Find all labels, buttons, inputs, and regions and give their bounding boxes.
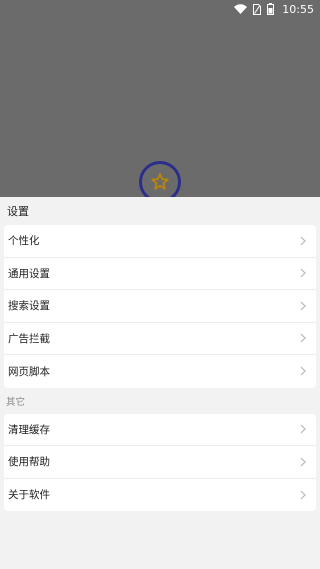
settings-item-label: 网页脚本: [8, 365, 50, 378]
chevron-right-icon: [300, 236, 306, 246]
chevron-right-icon: [300, 424, 306, 434]
chevron-right-icon: [300, 301, 306, 311]
settings-item-label: 关于软件: [8, 489, 50, 502]
settings-item-label: 清理缓存: [8, 423, 50, 436]
chevron-right-icon: [300, 366, 306, 376]
chevron-right-icon: [300, 457, 306, 467]
settings-item-label: 个性化: [8, 235, 40, 248]
settings-item-userscripts[interactable]: 网页脚本: [4, 355, 316, 388]
wifi-icon: [234, 4, 248, 14]
settings-item-adblock[interactable]: 广告拦截: [4, 323, 316, 355]
settings-item-label: 广告拦截: [8, 332, 50, 345]
section-label-other: 其它: [6, 396, 26, 408]
settings-item-clear-cache[interactable]: 清理缓存: [4, 414, 316, 446]
settings-item-label: 搜索设置: [8, 300, 50, 313]
chevron-right-icon: [300, 268, 306, 278]
settings-item-label: 通用设置: [8, 267, 50, 280]
settings-item-personalize[interactable]: 个性化: [4, 225, 316, 258]
settings-other-group: 清理缓存 使用帮助 关于软件: [4, 413, 316, 512]
chevron-right-icon: [300, 490, 306, 500]
settings-sheet: 设置 个性化 通用设置 搜索设置 广告拦截 网页脚本 其它 清理缓存 使用帮助 …: [0, 197, 320, 569]
sim-card-icon: [253, 3, 262, 15]
settings-item-help[interactable]: 使用帮助: [4, 446, 316, 479]
chevron-right-icon: [300, 333, 306, 343]
sheet-title: 设置: [0, 197, 320, 225]
settings-item-label: 使用帮助: [8, 456, 50, 469]
settings-main-group: 个性化 通用设置 搜索设置 广告拦截 网页脚本: [4, 225, 316, 388]
status-bar: 10:55: [0, 0, 320, 18]
settings-item-search[interactable]: 搜索设置: [4, 290, 316, 323]
settings-item-about[interactable]: 关于软件: [4, 479, 316, 512]
status-time: 10:55: [282, 2, 314, 16]
star-icon: [150, 172, 170, 192]
settings-item-general[interactable]: 通用设置: [4, 258, 316, 290]
battery-icon: [267, 3, 275, 15]
